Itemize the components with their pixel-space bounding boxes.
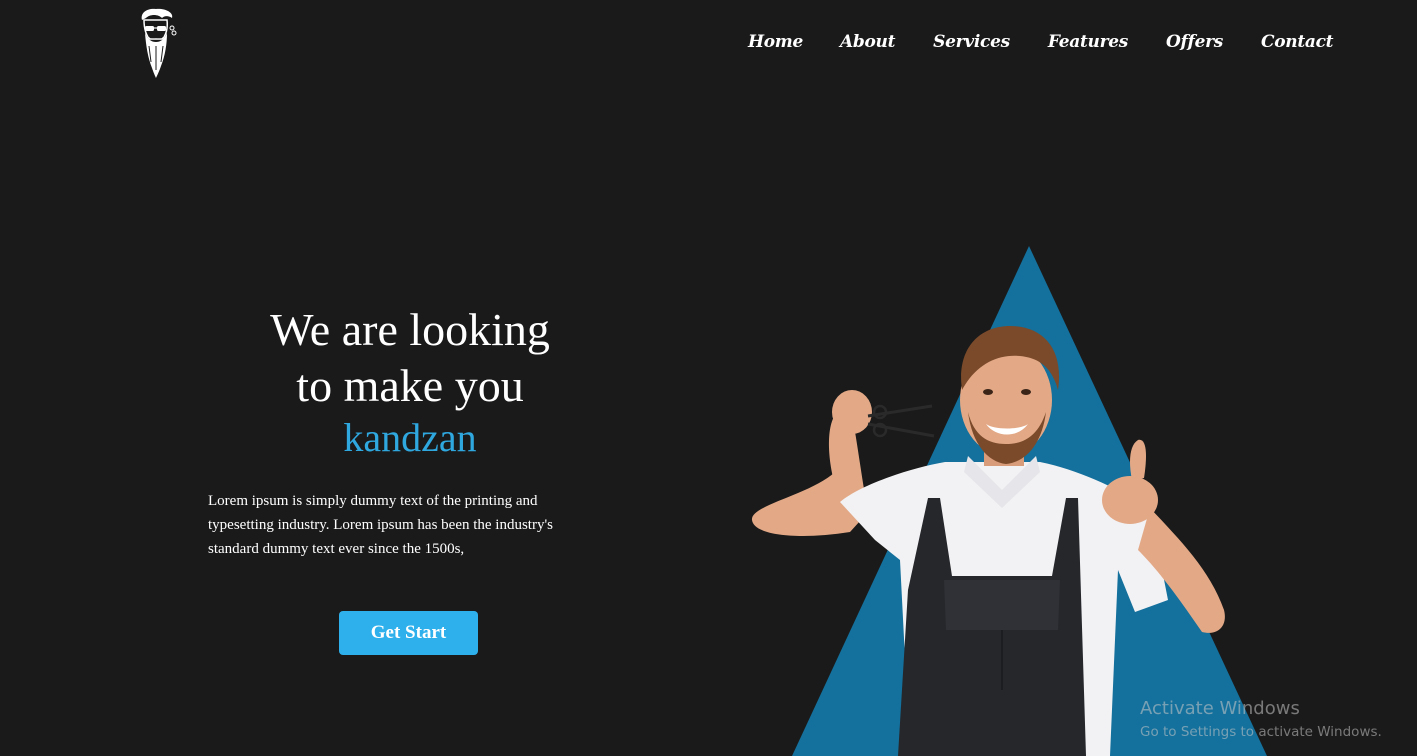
- hero-title: We are looking to make you: [200, 302, 620, 414]
- watermark-title: Activate Windows: [1140, 698, 1300, 719]
- nav-contact-link[interactable]: Contact: [1261, 32, 1334, 52]
- hero-description: Lorem ipsum is simply dummy text of the …: [208, 493, 554, 557]
- nav-about-link[interactable]: About: [840, 32, 895, 52]
- hero-title-line2: to make you: [296, 360, 524, 411]
- nav-features-link[interactable]: Features: [1048, 32, 1128, 52]
- barber-hero-image: [740, 240, 1300, 756]
- hero-title-line1: We are looking: [270, 304, 550, 355]
- watermark-subtitle: Go to Settings to activate Windows.: [1140, 724, 1382, 740]
- landing-page: Home About Services Features Offers Cont…: [0, 0, 1417, 756]
- main-nav: Home About Services Features Offers Cont…: [748, 32, 1334, 52]
- hero-accent-word: kandzan: [343, 415, 477, 460]
- nav-home-link[interactable]: Home: [748, 32, 803, 52]
- nav-services-link[interactable]: Services: [933, 32, 1010, 52]
- barber-logo-icon[interactable]: [134, 6, 178, 80]
- nav-offers-link[interactable]: Offers: [1166, 32, 1223, 52]
- scissors-icon: [867, 404, 935, 438]
- activate-windows-watermark: Activate Windows Go to Settings to activ…: [1140, 698, 1382, 742]
- get-start-button[interactable]: Get Start: [339, 611, 478, 655]
